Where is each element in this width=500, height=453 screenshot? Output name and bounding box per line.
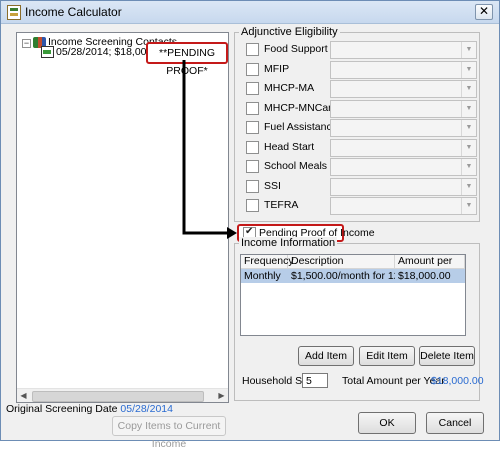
chevron-down-icon[interactable]: ▼ <box>461 100 476 117</box>
edit-item-button[interactable]: Edit Item <box>359 346 415 366</box>
eligibility-checkbox[interactable] <box>246 62 259 76</box>
eligibility-dropdown[interactable]: ▼ <box>330 197 477 215</box>
chevron-down-icon[interactable]: ▼ <box>461 198 476 214</box>
eligibility-label: MFIP <box>264 62 290 75</box>
eligibility-checkbox[interactable] <box>246 101 259 115</box>
total-amount-value: $18,000.00 <box>431 375 484 387</box>
eligibility-checkbox[interactable] <box>246 160 259 173</box>
cell-amount: $18,000.00 <box>398 270 451 282</box>
eligibility-label: Food Support <box>264 43 328 55</box>
eligibility-label: MHCP-MA <box>264 82 315 94</box>
eligibility-label: SSI <box>264 179 281 192</box>
cell-description: $1,500.00/month for 12 mont <box>291 270 395 282</box>
chevron-down-icon[interactable]: ▼ <box>461 81 476 97</box>
cancel-button[interactable]: Cancel <box>426 412 484 434</box>
eligibility-dropdown[interactable]: ▼ <box>330 138 477 157</box>
eligibility-dropdown[interactable]: ▼ <box>330 158 477 176</box>
eligibility-label: TEFRA <box>264 199 299 211</box>
copy-items-button[interactable]: Copy Items to Current Income <box>112 416 226 450</box>
adjunctive-eligibility-group: Adjunctive Eligibility Food Support ▼ MFIP… <box>234 26 480 222</box>
eligibility-label: School Meals <box>264 160 328 172</box>
chevron-down-icon[interactable]: ▼ <box>461 159 476 175</box>
original-screening-date: Original Screening Date 05/28/2014 <box>6 403 173 415</box>
eligibility-checkbox[interactable] <box>246 43 259 56</box>
original-screening-label: Original Screening Date <box>6 403 118 415</box>
household-size-input[interactable]: 5 <box>302 373 328 388</box>
chevron-down-icon[interactable]: ▼ <box>461 139 476 156</box>
income-information-group: Income Information Frequency Description… <box>234 237 484 401</box>
eligibility-checkbox[interactable] <box>246 140 259 154</box>
eligibility-dropdown[interactable]: ▼ <box>330 60 477 79</box>
income-grid-header: Frequency Description Amount per Year <box>241 255 465 280</box>
income-information-legend: Income Information <box>239 237 338 249</box>
income-calculator-window: Income Calculator ✕ − Income Screening C… <box>0 0 500 450</box>
column-header-description[interactable]: Description <box>288 255 395 268</box>
eligibility-label: Fuel Assistance <box>264 121 338 133</box>
chevron-down-icon[interactable]: ▼ <box>461 178 476 195</box>
eligibility-dropdown[interactable]: ▼ <box>330 177 477 196</box>
eligibility-checkbox[interactable] <box>246 82 259 95</box>
table-row[interactable]: Monthly $1,500.00/month for 12 mont $18,… <box>241 269 465 283</box>
eligibility-dropdown[interactable]: ▼ <box>330 41 477 59</box>
eligibility-checkbox[interactable] <box>246 179 259 193</box>
eligibility-checkbox[interactable] <box>246 121 259 134</box>
original-screening-value: 05/28/2014 <box>120 403 173 415</box>
income-grid[interactable]: Frequency Description Amount per Year Mo… <box>240 254 466 336</box>
column-header-amount[interactable]: Amount per Year <box>395 255 465 280</box>
ok-button[interactable]: OK <box>358 412 416 434</box>
chevron-down-icon[interactable]: ▼ <box>461 42 476 58</box>
chevron-down-icon[interactable]: ▼ <box>461 120 476 136</box>
add-item-button[interactable]: Add Item <box>298 346 354 366</box>
eligibility-dropdown[interactable]: ▼ <box>330 99 477 118</box>
eligibility-label: Head Start <box>264 140 315 153</box>
eligibility-dropdown[interactable]: ▼ <box>330 80 477 98</box>
eligibility-checkbox[interactable] <box>246 199 259 212</box>
chevron-down-icon[interactable]: ▼ <box>461 61 476 78</box>
eligibility-label: MHCP-MNCare <box>264 101 338 114</box>
adjunctive-eligibility-legend: Adjunctive Eligibility <box>239 26 340 38</box>
column-header-frequency[interactable]: Frequency <box>241 255 294 268</box>
cell-frequency: Monthly <box>244 270 281 282</box>
delete-item-button[interactable]: Delete Item <box>419 346 475 366</box>
eligibility-dropdown[interactable]: ▼ <box>330 119 477 137</box>
total-amount-label: Total Amount per Year <box>342 375 445 387</box>
